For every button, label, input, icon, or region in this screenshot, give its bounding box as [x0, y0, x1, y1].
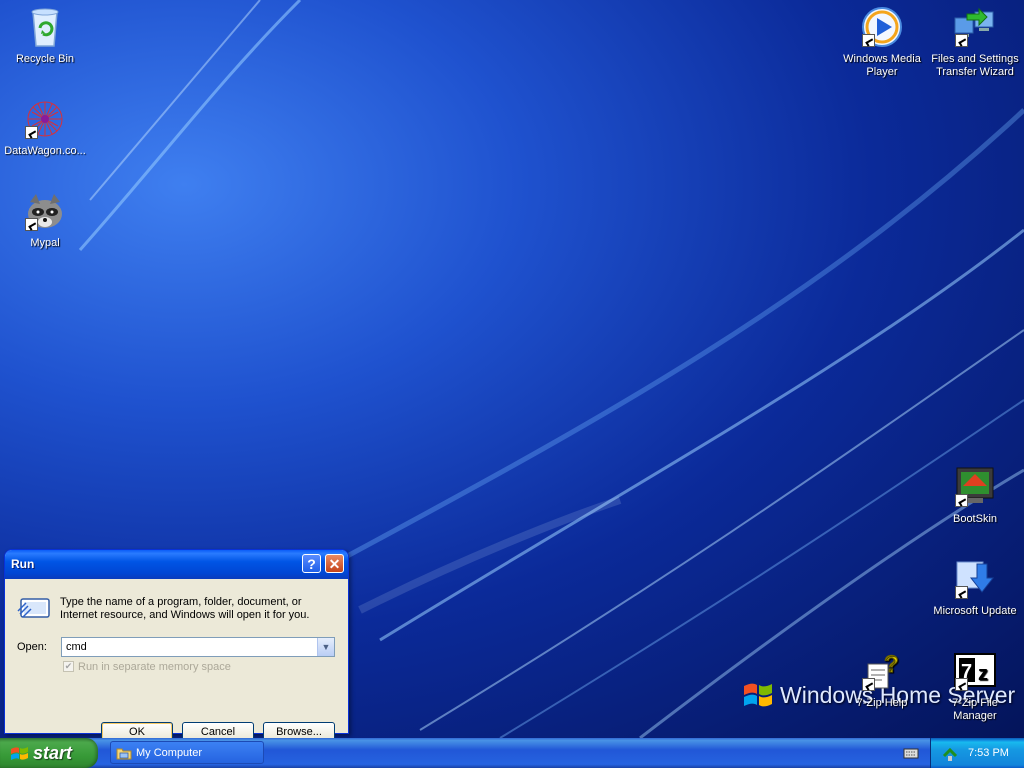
- my-computer-icon: [116, 748, 132, 760]
- files-settings-transfer-shortcut[interactable]: Files and Settings Transfer Wizard: [930, 2, 1020, 79]
- wmp-label-line2: Player: [866, 66, 898, 78]
- recycle-bin-icon: [31, 8, 59, 47]
- open-label: Open:: [17, 641, 47, 653]
- 7zip-help-shortcut[interactable]: ? 7-Zip Help: [837, 646, 927, 710]
- mypal-label: Mypal: [30, 237, 60, 249]
- run-body: Type the name of a program, folder, docu…: [8, 579, 345, 738]
- recycle-bin-shortcut[interactable]: Recycle Bin: [0, 2, 90, 66]
- windows-media-player-shortcut[interactable]: Windows Media Player: [837, 2, 927, 79]
- fast-label-line2: Transfer Wizard: [936, 66, 1014, 78]
- shortcut-arrow-icon: [955, 678, 968, 691]
- windows-flag-icon: [11, 747, 28, 760]
- shortcut-arrow-icon: [862, 34, 875, 47]
- bootskin-shortcut[interactable]: BootSkin: [930, 462, 1020, 526]
- open-combobox[interactable]: ▼: [61, 637, 335, 657]
- windows-flag-icon: [744, 683, 772, 707]
- network-icon[interactable]: [942, 746, 958, 762]
- microsoft-update-shortcut[interactable]: Microsoft Update: [930, 554, 1020, 618]
- 7zip-fm-label: 7-Zip File Manager: [952, 697, 998, 722]
- shortcut-arrow-icon: [955, 34, 968, 47]
- datawagon-label: DataWagon.co...: [4, 145, 86, 157]
- start-label: start: [33, 743, 73, 763]
- run-icon: [17, 598, 50, 618]
- cancel-button[interactable]: Cancel: [182, 722, 254, 738]
- separate-memory-checkbox[interactable]: ✔: [63, 661, 74, 672]
- run-title: Run: [11, 557, 35, 571]
- taskbar-item-my-computer[interactable]: My Computer: [110, 741, 264, 764]
- browse-button[interactable]: Browse...: [263, 722, 335, 738]
- wmp-label-line1: Windows Media: [843, 53, 921, 65]
- shortcut-arrow-icon: [25, 218, 38, 231]
- svg-text:?: ?: [884, 651, 899, 678]
- system-tray: 7:53 PM: [930, 738, 1024, 768]
- recycle-bin-label: Recycle Bin: [15, 53, 75, 65]
- run-titlebar[interactable]: Run ? ✕: [5, 550, 348, 579]
- open-input[interactable]: [64, 639, 318, 655]
- keyboard-icon[interactable]: [903, 746, 919, 760]
- help-button[interactable]: ?: [302, 554, 321, 573]
- start-button[interactable]: start: [0, 738, 98, 768]
- datawagon-shortcut[interactable]: DataWagon.co...: [0, 94, 90, 158]
- mypal-shortcut[interactable]: Mypal: [0, 186, 90, 250]
- run-dialog: Run ? ✕ Type the name of a program, fold…: [4, 549, 349, 738]
- separate-memory-label: Run in separate memory space: [78, 661, 231, 673]
- svg-text:z: z: [978, 663, 988, 685]
- ok-button[interactable]: OK: [101, 722, 173, 738]
- clock: 7:53 PM: [968, 747, 1009, 759]
- shortcut-arrow-icon: [955, 494, 968, 507]
- shortcut-arrow-icon: [955, 586, 968, 599]
- shortcut-arrow-icon: [25, 126, 38, 139]
- bootskin-label: BootSkin: [952, 513, 998, 525]
- fast-label-line1: Files and Settings: [931, 53, 1019, 65]
- chevron-down-icon[interactable]: ▼: [317, 638, 334, 656]
- run-description: Type the name of a program, folder, docu…: [60, 596, 310, 621]
- 7zip-file-manager-shortcut[interactable]: 7 z 7-Zip File Manager: [930, 646, 1020, 723]
- taskbar: start My Computer 7:53 PM: [0, 738, 1024, 768]
- close-button[interactable]: ✕: [325, 554, 344, 573]
- shortcut-arrow-icon: [862, 678, 875, 691]
- microsoft-update-label: Microsoft Update: [933, 605, 1017, 617]
- taskbar-item-label: My Computer: [136, 747, 203, 759]
- desktop: Recycle Bin DataWagon.co... Mypal Window…: [0, 0, 1024, 738]
- 7zip-help-label: 7-Zip Help: [856, 697, 908, 709]
